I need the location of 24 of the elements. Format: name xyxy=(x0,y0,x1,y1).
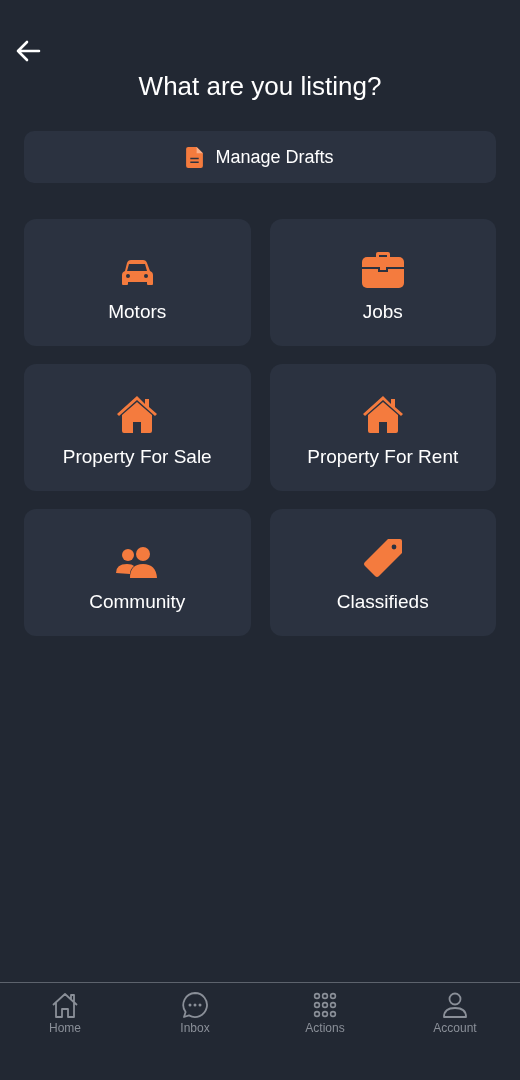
house-icon xyxy=(116,395,159,433)
manage-drafts-button[interactable]: Manage Drafts xyxy=(24,131,496,183)
tab-bar-item[interactable]: Home xyxy=(0,991,130,1035)
car-icon xyxy=(120,260,155,288)
page-title: What are you listing? xyxy=(138,70,382,102)
category-card[interactable]: Classifieds xyxy=(269,509,496,636)
category-card[interactable]: Motors xyxy=(24,219,251,346)
back-arrow-icon[interactable] xyxy=(15,40,41,62)
chat-bubble-icon xyxy=(181,991,209,1019)
home-icon xyxy=(51,991,79,1019)
tab-bar-item[interactable]: Actions xyxy=(260,991,390,1035)
category-card[interactable]: Property For Sale xyxy=(24,364,251,491)
document-icon xyxy=(186,146,204,168)
tab-bar-item[interactable]: Inbox xyxy=(130,991,260,1035)
dots-grid-icon xyxy=(311,991,339,1019)
tab-bar-item[interactable]: Account xyxy=(390,991,520,1035)
category-card[interactable]: Jobs xyxy=(269,219,496,346)
category-card[interactable]: Property For Rent xyxy=(269,364,496,491)
people-icon xyxy=(116,546,159,578)
briefcase-icon xyxy=(361,252,404,288)
house-icon xyxy=(361,395,404,433)
person-icon xyxy=(441,991,469,1019)
tag-icon xyxy=(362,538,403,578)
category-card[interactable]: Community xyxy=(24,509,251,636)
